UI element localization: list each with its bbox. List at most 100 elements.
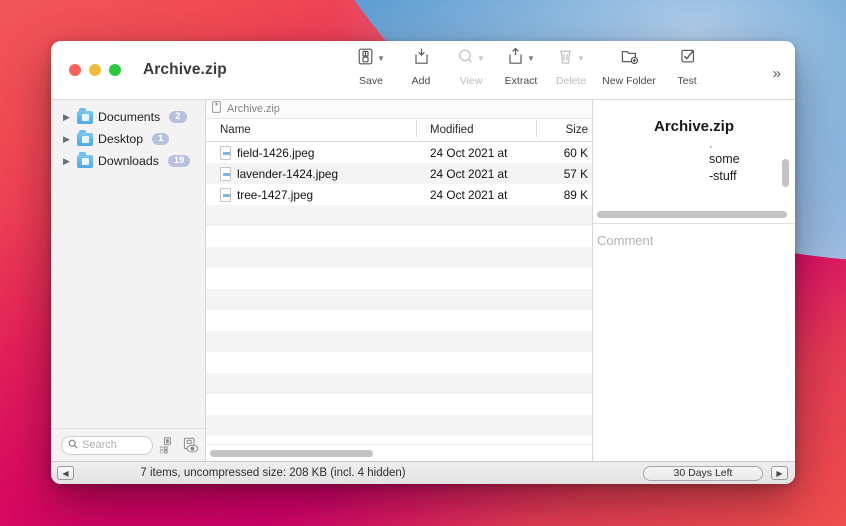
new-folder-icon-row: [620, 47, 639, 71]
delete-button[interactable]: ▼ Delete: [546, 47, 596, 87]
table-row-empty: [206, 373, 592, 394]
search-input[interactable]: [82, 439, 146, 451]
save-chevron-down-icon[interactable]: ▼: [377, 55, 385, 63]
extract-chevron-down-icon[interactable]: ▼: [527, 55, 535, 63]
column-headers: Name Modified Size: [206, 119, 592, 142]
pathbar-label[interactable]: Archive.zip: [227, 103, 280, 115]
search-field[interactable]: [61, 435, 153, 455]
info-detail-scroll-area: · some -stuff: [593, 141, 793, 209]
file-list-pane: Archive.zip Name Modified Size field-142…: [206, 100, 593, 461]
file-modified-cell: 24 Oct 2021 at: [430, 187, 508, 202]
file-name-cell: tree-1427.jpeg: [206, 187, 416, 202]
desktop-wallpaper: Archive.zip ▼ Save Add ▼ View ▼ Extract …: [0, 0, 846, 526]
window-title: Archive.zip: [143, 60, 227, 78]
trial-status-badge[interactable]: 30 Days Left: [643, 465, 763, 481]
grid-view-icon[interactable]: [159, 436, 176, 454]
new-folder-button[interactable]: New Folder: [596, 47, 662, 87]
extract-button[interactable]: ▼ Extract: [496, 47, 546, 87]
table-row-empty: [206, 352, 592, 373]
sidebar-item-downloads[interactable]: ▶ Downloads 19: [51, 150, 205, 172]
info-ellipsis-dot: ·: [709, 141, 713, 153]
chevron-right-icon[interactable]: ▶: [63, 134, 72, 144]
sidebar-footer: [51, 428, 205, 461]
sidebar: ▶ Documents 2 ▶ Desktop 1 ▶ Downloads 19: [51, 100, 206, 461]
file-size-cell: 89 K: [563, 187, 588, 202]
table-row-empty: [206, 268, 592, 289]
comment-field[interactable]: Comment: [593, 224, 795, 461]
extract-label: Extract: [504, 75, 538, 87]
info-horizontal-scrollbar-thumb[interactable]: [597, 211, 787, 218]
info-clipped-text: · some -stuff: [709, 141, 771, 185]
toolbar-items: ▼ Save Add ▼ View ▼ Extract ▼ Delete New…: [346, 47, 712, 87]
chevron-right-icon[interactable]: ▶: [63, 156, 72, 166]
table-row-empty: [206, 310, 592, 331]
info-panel-title: Archive.zip: [653, 118, 735, 135]
table-row-empty: [206, 205, 592, 226]
checkbox-check-icon: [679, 47, 696, 71]
table-row-empty: [206, 394, 592, 415]
scrollbar-thumb[interactable]: [210, 449, 373, 457]
file-size-cell: 60 K: [563, 145, 588, 160]
info-panel-toggle-right-button[interactable]: ▶: [771, 466, 788, 480]
table-row[interactable]: tree-1427.jpeg 24 Oct 2021 at 89 K: [206, 184, 592, 205]
column-header-modified[interactable]: Modified: [416, 120, 536, 137]
table-row[interactable]: field-1426.jpeg 24 Oct 2021 at 60 K: [206, 142, 592, 163]
info-panel: Archive.zip · some -stuff Comment: [593, 100, 795, 461]
add-icon-row: [413, 47, 430, 71]
sidebar-item-documents[interactable]: ▶ Documents 2: [51, 106, 205, 128]
jpeg-file-icon: [220, 145, 231, 160]
column-header-name[interactable]: Name: [206, 124, 416, 136]
maximize-button[interactable]: [109, 63, 121, 76]
table-row-empty: [206, 289, 592, 310]
info-vertical-scrollbar-thumb[interactable]: [782, 159, 789, 187]
chevron-right-icon[interactable]: ▶: [63, 112, 72, 122]
sidebar-item-badge: 2: [169, 111, 187, 123]
file-rows: field-1426.jpeg 24 Oct 2021 at 60 K lave…: [206, 142, 592, 444]
save-button[interactable]: ▼ Save: [346, 47, 396, 87]
add-button[interactable]: Add: [396, 47, 446, 87]
test-label: Test: [677, 75, 697, 87]
new-folder-label: New Folder: [602, 75, 656, 87]
table-row-empty: [206, 226, 592, 247]
sidebar-item-badge: 1: [152, 133, 170, 145]
column-header-size[interactable]: Size: [536, 120, 588, 137]
window-toolbar: Archive.zip ▼ Save Add ▼ View ▼ Extract …: [51, 41, 795, 99]
traffic-lights: [69, 63, 121, 76]
table-row[interactable]: lavender-1424.jpeg 24 Oct 2021 at 57 K: [206, 163, 592, 184]
sidebar-toggle-left-button[interactable]: ◀: [57, 466, 74, 480]
sidebar-item-desktop[interactable]: ▶ Desktop 1: [51, 128, 205, 150]
archive-file-icon: [212, 100, 221, 118]
add-icon: [413, 47, 430, 71]
file-size-cell: 57 K: [563, 166, 588, 181]
new-folder-icon: [620, 47, 639, 71]
view-button[interactable]: ▼ View: [446, 47, 496, 87]
pathbar: Archive.zip: [206, 100, 592, 119]
extract-icon: [507, 47, 524, 71]
preview-icon[interactable]: [182, 437, 199, 454]
info-clipped-line-1: some: [709, 152, 740, 166]
view-icon: [457, 47, 474, 71]
save-icon-row: ▼: [357, 47, 385, 71]
view-label: View: [459, 75, 483, 87]
trash-icon: [557, 47, 574, 71]
jpeg-file-icon: [220, 187, 231, 202]
view-chevron-down-icon[interactable]: ▼: [477, 55, 485, 63]
sidebar-item-badge: 19: [167, 155, 191, 167]
delete-label: Delete: [555, 75, 587, 87]
folder-icon: [77, 130, 93, 146]
delete-chevron-down-icon[interactable]: ▼: [577, 55, 585, 63]
file-name-cell: lavender-1424.jpeg: [206, 166, 416, 181]
archive-window: Archive.zip ▼ Save Add ▼ View ▼ Extract …: [51, 41, 795, 484]
minimize-button[interactable]: [89, 63, 101, 76]
file-list-horizontal-scrollbar[interactable]: [206, 444, 592, 461]
table-row-empty: [206, 247, 592, 268]
test-button[interactable]: Test: [662, 47, 712, 87]
close-button[interactable]: [69, 63, 81, 76]
table-row-empty: [206, 415, 592, 436]
file-name-label: lavender-1424.jpeg: [237, 166, 339, 181]
toolbar-overflow-button[interactable]: »: [773, 65, 781, 82]
extract-icon-row: ▼: [507, 47, 535, 71]
delete-icon-row: ▼: [557, 47, 585, 71]
folder-icon: [77, 152, 93, 168]
